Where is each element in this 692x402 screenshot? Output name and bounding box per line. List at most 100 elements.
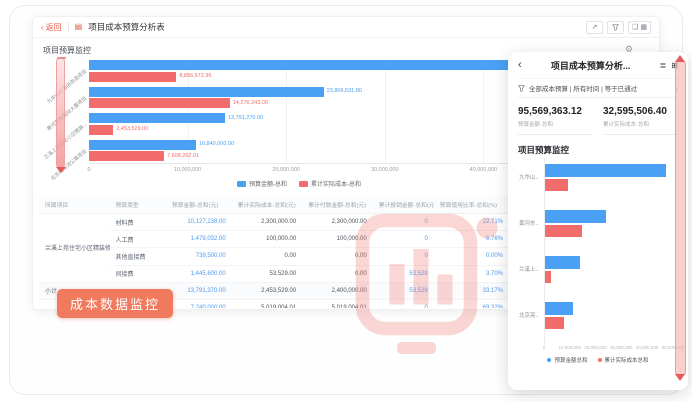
value-cell: 0: [373, 214, 434, 231]
budget-type-cell: 材料费: [110, 214, 166, 231]
value-cell: 3.70%: [434, 265, 509, 282]
view-toggle-button[interactable]: ❏ ▦: [628, 21, 651, 34]
mobile-preview-panel: ‹ 项目成本预算分析... ≣ ⊞ 全部成本预算 | 所有时间 | 等于已通过 …: [508, 52, 688, 390]
legend-dot: [547, 358, 551, 362]
x-tick-label: 20,000,000: [584, 345, 607, 350]
bar-series0-cat2: [89, 113, 225, 123]
project-cell: 兰溪上苑住宅小区精装修第...: [39, 214, 110, 283]
value-cell: 2,300,000.00: [302, 214, 373, 231]
value-cell: 7,240,000.00: [166, 299, 232, 308]
value-cell: 2,400,000.00: [302, 282, 373, 299]
value-cell: 100,000.00: [232, 231, 303, 248]
legend-item[interactable]: 预算金额总和: [547, 356, 587, 364]
value-cell: 1,445,600.00: [166, 265, 232, 282]
share-icon: ↗: [592, 23, 598, 31]
panel-title: 项目成本预算分析...: [527, 59, 655, 72]
legend-item[interactable]: 累计实际成本总和: [598, 356, 649, 364]
legend-dot: [598, 358, 602, 362]
bar-value-label: 14,276,243.00: [233, 100, 268, 106]
value-cell: 5,019,004.01: [302, 299, 373, 308]
legend-item[interactable]: 累计实际成本-总和: [299, 179, 361, 188]
budget-type-cell: 人工费: [110, 231, 166, 248]
bar-series0-cat0: [89, 60, 509, 70]
gridline: [385, 58, 386, 163]
panel-bar-chart: 九华山..黄河东..兰溪上..北京亮..: [544, 159, 678, 345]
bar-series1-cat1: [89, 98, 230, 108]
category-label: 兰溪上..: [519, 265, 543, 273]
list-icon[interactable]: ≣: [660, 61, 667, 70]
bar-series1-cat1: [545, 225, 582, 237]
panel-stats: 95,569,363.12 预算金额·总和 32,595,506.40 累计实际…: [518, 98, 678, 135]
table-row: 其他直接费739,500.000.000.0000.00%: [39, 248, 509, 265]
share-button[interactable]: ↗: [586, 21, 603, 34]
legend-label: 累计实际成本总和: [605, 356, 649, 364]
budget-bar-chart: 23,806,631.80 13,791,270.00 10,840,000.00 8…: [89, 58, 509, 164]
bar-value-label: 23,806,631.80: [327, 88, 362, 94]
bar-series1-cat3: [545, 317, 564, 329]
filter-button[interactable]: [607, 21, 624, 34]
value-cell: 2,453,529.00: [232, 282, 303, 299]
bar-value-label: 8,856,572.36: [179, 73, 211, 79]
bar-value-label: 2,453,529.00: [116, 126, 148, 132]
panel-filter-bar[interactable]: 全部成本预算 | 所有时间 | 等于已通过 ›: [518, 78, 678, 98]
legend-label: 累计实际成本-总和: [311, 179, 361, 188]
report-doc-icon: ▤: [75, 23, 83, 31]
value-cell: 22.71%: [434, 214, 509, 231]
bar-series1-cat2: [89, 125, 113, 135]
bar-value-label: 7,608,262.01: [167, 153, 199, 159]
panel-header: ‹ 项目成本预算分析... ≣ ⊞: [518, 52, 678, 78]
budget-type-cell: 其他直接费: [110, 248, 166, 265]
legend-label: 预算金额总和: [554, 356, 587, 364]
stat-actual-total: 32,595,506.40 累计实际成本·总和: [603, 106, 678, 135]
value-cell: 100,000.00: [302, 231, 373, 248]
value-cell: 53,529: [373, 282, 434, 299]
value-cell: 5,019,004.01: [232, 299, 303, 308]
bar-value-label: 10,840,000.00: [199, 141, 234, 147]
back-label: 返回: [46, 22, 62, 33]
panel-chart-x-axis: 010,000,00020,000,00030,000,00040,000,00…: [544, 345, 678, 352]
stat-budget-total: 95,569,363.12 预算金额·总和: [518, 106, 593, 135]
value-cell: 0.00: [232, 248, 303, 265]
window-title: 项目成本预算分析表: [88, 21, 165, 33]
bar-series1-cat0: [545, 179, 568, 191]
value-cell: 0.00: [302, 248, 373, 265]
bar-series1-cat2: [545, 271, 551, 283]
table-row: 间接费1,445,600.0053,529.000.0053,5293.70%: [39, 265, 509, 282]
value-cell: 0: [373, 231, 434, 248]
panel-back-button[interactable]: ‹: [518, 59, 522, 71]
value-cell: 0: [373, 248, 434, 265]
bar-series0-cat0: [545, 164, 666, 177]
table-header: 预算类型: [110, 195, 166, 214]
back-chevron-icon: ‹: [41, 23, 44, 32]
value-cell: 53,529: [373, 265, 434, 282]
stat-label: 预算金额·总和: [518, 120, 593, 128]
value-cell: 69.32%: [434, 299, 509, 308]
table-row: 兰溪上苑住宅小区精装修第...材料费10,127,238.002,300,000…: [39, 214, 509, 231]
table-view-icon: ▦: [640, 23, 647, 31]
back-button[interactable]: ‹ 返回: [41, 22, 62, 33]
legend-item[interactable]: 预算金额-总和: [237, 179, 287, 188]
cost-monitor-badge: 成本数据监控: [57, 289, 173, 318]
legend-swatch: [299, 181, 308, 187]
panel-section-title: 项目预算监控: [518, 144, 678, 156]
x-tick-label: 40,000,000: [636, 345, 659, 350]
value-cell: 0.00%: [434, 248, 509, 265]
table-header: 预算使用比率-总和(%): [434, 195, 509, 214]
filter-icon: [518, 85, 525, 92]
chart-x-axis: 010,000,00020,000,00030,000,00040,000,00…: [89, 167, 509, 175]
budget-type-cell: 间接费: [110, 265, 166, 282]
value-cell: 6.76%: [434, 231, 509, 248]
chart-section-title: 项目预算监控: [43, 45, 91, 56]
bar-series0-cat3: [89, 140, 196, 150]
table-header: 累计报销金额-总和(元): [373, 195, 434, 214]
bar-value-label: 13,791,270.00: [228, 115, 263, 121]
filter-icon: [612, 24, 619, 31]
highlight-annotation-left: [56, 57, 65, 169]
gridline: [286, 58, 287, 163]
bar-series1-cat0: [89, 72, 176, 82]
table-row: 人工费1,479,032.00100,000.00100,000.0006.76…: [39, 231, 509, 248]
table-header: 累计付款金额-总和(元): [302, 195, 373, 214]
value-cell: 739,500.00: [166, 248, 232, 265]
legend-swatch: [237, 181, 246, 187]
value-cell: 53,529.00: [232, 265, 303, 282]
